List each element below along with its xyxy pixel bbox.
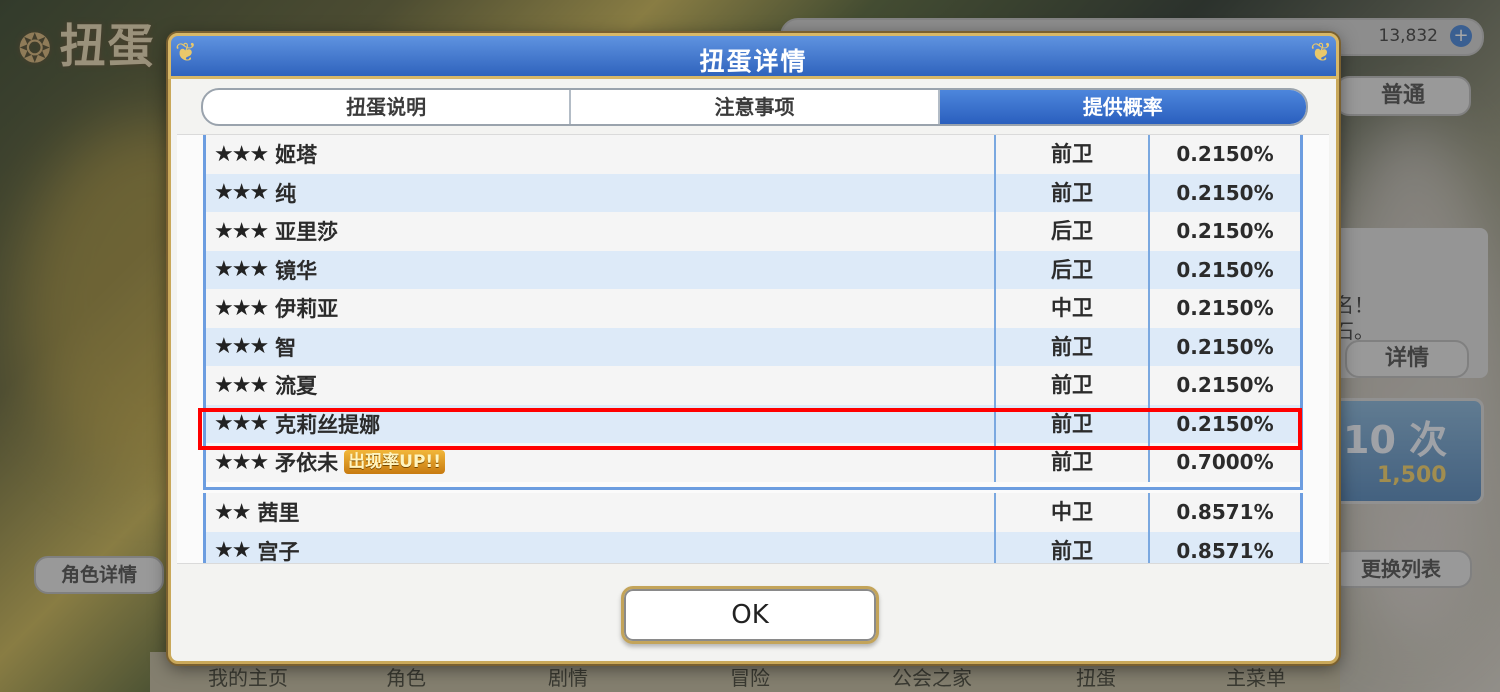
character-name: 纯 [275, 181, 297, 206]
probability-cell: 0.2150% [1148, 173, 1300, 212]
position-cell: 前卫 [994, 366, 1148, 405]
rarity-stars: ★★ [214, 538, 251, 564]
character-name: 亚里莎 [275, 220, 339, 245]
rate-row: ★★ 茜里 中卫 0.8571% [206, 493, 1300, 532]
position-cell: 中卫 [994, 289, 1148, 328]
rate-row: ★★★ 智前卫 0.2150% [206, 327, 1300, 366]
rarity-stars: ★★★ [214, 449, 269, 475]
position-cell: 前卫 [994, 531, 1148, 563]
rate-row: ★★★ 纯前卫 0.2150% [206, 173, 1300, 212]
name-cell: ★★★ 姬塔 [206, 139, 994, 169]
probability-cell: 0.8571% [1148, 531, 1300, 563]
rate-row: ★★★ 克莉丝提娜 前卫 0.2150% [206, 404, 1300, 443]
ornament-right-icon: ❦ [1310, 38, 1332, 68]
position-cell: 前卫 [994, 404, 1148, 443]
probability-cell: 0.2150% [1148, 327, 1300, 366]
name-cell: ★★★ 亚里莎 [206, 216, 994, 246]
gacha-details-dialog: ❦ 扭蛋详情 ❦ 扭蛋说明 注意事项 提供概率 ★★★ 姬塔 前卫 0.2150% ★★… [168, 33, 1339, 664]
tab-drop-rates[interactable]: 提供概率 [939, 90, 1306, 124]
position-cell: 后卫 [994, 250, 1148, 289]
probability-cell: 0.2150% [1148, 289, 1300, 328]
probability-cell: 0.2150% [1148, 404, 1300, 443]
probability-cell: 0.2150% [1148, 250, 1300, 289]
name-cell: ★★★ 镜华 [206, 255, 994, 285]
position-cell: 前卫 [994, 327, 1148, 366]
dialog-tabs: 扭蛋说明 注意事项 提供概率 [201, 88, 1308, 126]
probability-cell: 0.8571% [1148, 493, 1300, 532]
character-name: 智 [275, 335, 297, 360]
probability-cell: 0.2150% [1148, 212, 1300, 251]
rate-row: ★★ 宫子 前卫 0.8571% [206, 531, 1300, 564]
two-star-group: ★★ 茜里 中卫 0.8571% ★★ 宫子 前卫 0.8571% [203, 493, 1303, 564]
probability-cell: 0.7000% [1148, 443, 1300, 482]
rarity-stars: ★★ [214, 499, 251, 525]
position-cell: 前卫 [994, 173, 1148, 212]
rarity-stars: ★★★ [214, 257, 269, 283]
rates-list[interactable]: ★★★ 姬塔 前卫 0.2150% ★★★ 纯前卫 0.2150% ★★★ 亚里莎 后卫 0.215… [177, 134, 1329, 564]
tab-notes[interactable]: 注意事项 [571, 90, 940, 124]
rate-row: ★★★ 矛依未 出现率UP!! 前卫 0.7000% [206, 443, 1300, 482]
rate-row: ★★★ 姬塔 前卫 0.2150% [206, 135, 1300, 174]
character-name: 镜华 [275, 258, 318, 283]
name-cell: ★★ 宫子 [206, 536, 994, 564]
name-cell: ★★★ 流夏 [206, 370, 994, 400]
name-cell: ★★★ 伊莉亚 [206, 293, 994, 323]
name-cell: ★★★ 纯 [206, 178, 994, 208]
probability-cell: 0.2150% [1148, 135, 1300, 174]
character-name: 克莉丝提娜 [275, 412, 381, 437]
rarity-stars: ★★★ [214, 295, 269, 321]
character-name: 矛依未 [275, 451, 339, 476]
ok-button[interactable]: OK [621, 586, 879, 644]
rate-up-badge: 出现率UP!! [344, 450, 445, 475]
character-name: 茜里 [257, 501, 300, 526]
rarity-stars: ★★★ [214, 334, 269, 360]
name-cell: ★★★ 矛依未 出现率UP!! [206, 447, 994, 477]
rarity-stars: ★★★ [214, 411, 269, 437]
name-cell: ★★★ 智 [206, 332, 994, 362]
name-cell: ★★★ 克莉丝提娜 [206, 409, 994, 439]
position-cell: 中卫 [994, 493, 1148, 532]
rate-row: ★★★ 伊莉亚 中卫 0.2150% [206, 289, 1300, 328]
three-star-group: ★★★ 姬塔 前卫 0.2150% ★★★ 纯前卫 0.2150% ★★★ 亚里莎 后卫 0.215… [203, 135, 1303, 490]
dialog-title: 扭蛋详情 [699, 47, 808, 76]
character-name: 姬塔 [275, 143, 318, 168]
position-cell: 前卫 [994, 135, 1148, 174]
position-cell: 后卫 [994, 212, 1148, 251]
rarity-stars: ★★★ [214, 218, 269, 244]
rarity-stars: ★★★ [214, 141, 269, 167]
name-cell: ★★ 茜里 [206, 497, 994, 527]
character-name: 流夏 [275, 374, 318, 399]
probability-cell: 0.2150% [1148, 366, 1300, 405]
rarity-stars: ★★★ [214, 180, 269, 206]
rate-row: ★★★ 镜华 后卫 0.2150% [206, 250, 1300, 289]
rate-row: ★★★ 流夏 前卫 0.2150% [206, 366, 1300, 405]
rarity-stars: ★★★ [214, 372, 269, 398]
character-name: 宫子 [257, 539, 300, 564]
tab-gacha-description[interactable]: 扭蛋说明 [203, 90, 572, 124]
rate-row: ★★★ 亚里莎 后卫 0.2150% [206, 212, 1300, 251]
position-cell: 前卫 [994, 443, 1148, 482]
character-name: 伊莉亚 [275, 297, 339, 322]
dialog-header: ❦ 扭蛋详情 ❦ [168, 33, 1339, 79]
